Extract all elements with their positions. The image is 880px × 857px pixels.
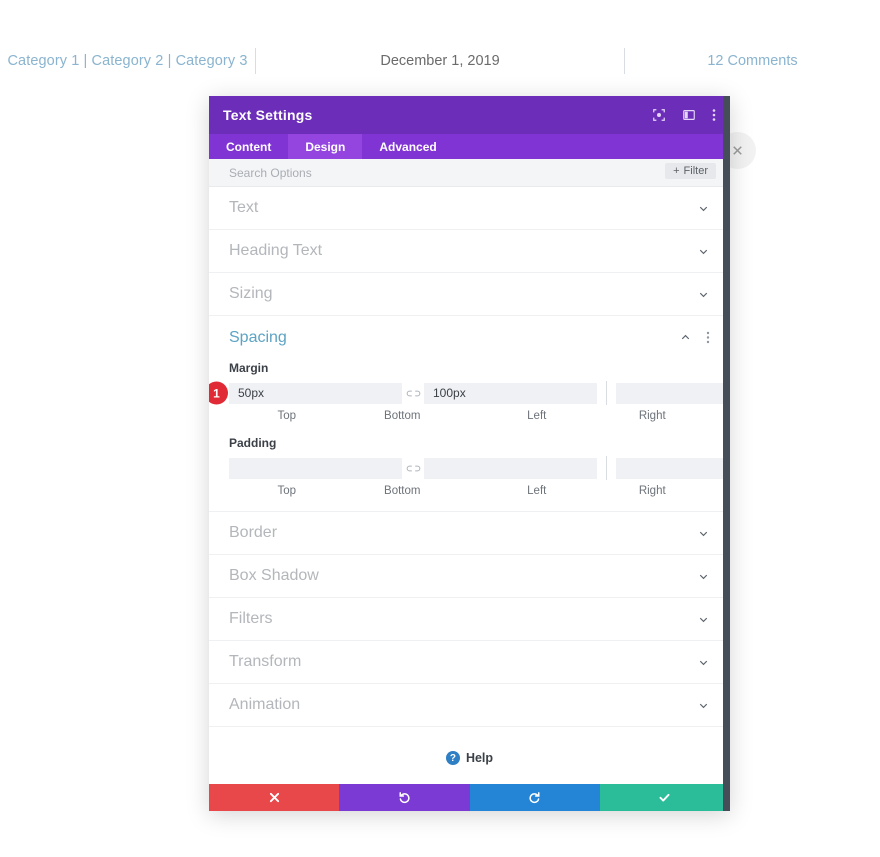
section-filters[interactable]: Filters	[209, 598, 730, 641]
chevron-up-icon[interactable]	[679, 331, 692, 344]
section-spacing[interactable]: Spacing	[209, 316, 730, 359]
padding-left-input[interactable]	[616, 457, 730, 479]
padding-horizontal-pair	[616, 457, 730, 479]
section-box-shadow[interactable]: Box Shadow	[209, 555, 730, 598]
filter-button[interactable]: + Filter	[665, 163, 716, 179]
tab-content[interactable]: Content	[209, 134, 288, 159]
chevron-down-icon	[697, 202, 710, 215]
section-border-label: Border	[229, 524, 278, 541]
section-sizing[interactable]: Sizing	[209, 273, 730, 316]
padding-bottom-caption: Bottom	[384, 485, 421, 497]
padding-divider	[606, 456, 607, 480]
modal-title: Text Settings	[223, 107, 313, 123]
more-vertical-icon[interactable]	[706, 331, 710, 344]
check-icon	[658, 791, 671, 804]
chevron-down-icon	[697, 570, 710, 583]
padding-right-caption: Right	[638, 485, 666, 497]
link-icon[interactable]	[402, 464, 424, 473]
plus-icon: +	[673, 165, 680, 177]
padding-top-input[interactable]	[229, 457, 402, 479]
close-icon	[269, 792, 280, 803]
section-text[interactable]: Text	[209, 187, 730, 230]
margin-horizontal-pair	[616, 382, 730, 404]
section-heading-text[interactable]: Heading Text	[209, 230, 730, 273]
chevron-down-icon	[697, 613, 710, 626]
section-sizing-label: Sizing	[229, 285, 273, 302]
split-view-icon[interactable]	[682, 108, 696, 122]
chevron-down-icon	[697, 288, 710, 301]
padding-group-label: Padding	[229, 436, 277, 450]
help-label: Help	[465, 751, 494, 765]
page-root: Category 1 | Category 2 | Category 3 Dec…	[0, 0, 880, 857]
margin-top-caption: Top	[277, 410, 297, 422]
section-transform[interactable]: Transform	[209, 641, 730, 684]
redo-button[interactable]	[469, 784, 600, 811]
margin-left-caption: Left	[527, 410, 547, 422]
search-options-bar: + Filter	[209, 159, 730, 187]
section-filters-label: Filters	[229, 610, 273, 627]
step-badge-1: 1	[209, 381, 228, 405]
section-transform-label: Transform	[229, 653, 302, 670]
padding-vertical-pair	[229, 457, 597, 479]
margin-bottom-input[interactable]	[424, 382, 597, 404]
padding-top-caption: Top	[277, 485, 297, 497]
post-categories[interactable]: Category 1 | Category 2 | Category 3	[0, 53, 255, 69]
margin-field-row: 1	[209, 381, 730, 405]
post-meta-bar: Category 1 | Category 2 | Category 3 Dec…	[0, 48, 880, 74]
section-box-shadow-label: Box Shadow	[229, 567, 319, 584]
section-heading-text-label: Heading Text	[229, 242, 323, 259]
post-comments-link[interactable]: 12 Comments	[625, 53, 880, 69]
help-row[interactable]: ? Help	[209, 727, 730, 784]
redo-icon	[528, 791, 541, 804]
focus-target-icon[interactable]	[652, 108, 666, 122]
padding-left-caption: Left	[527, 485, 547, 497]
padding-captions: Top Bottom Left Right	[229, 485, 710, 497]
section-border[interactable]: Border	[209, 512, 730, 555]
section-animation[interactable]: Animation	[209, 684, 730, 727]
chevron-down-icon	[697, 527, 710, 540]
text-settings-modal: Text Settings Content Design Advanced Se…	[209, 96, 730, 811]
undo-icon	[398, 791, 411, 804]
tab-advanced[interactable]: Advanced	[362, 134, 453, 159]
cancel-button[interactable]	[209, 784, 340, 811]
chevron-down-icon	[697, 245, 710, 258]
margin-captions: Top Bottom Left Right	[229, 410, 710, 422]
spacing-panel: Margin 1 50px 100px Top Bottom Left Righ…	[209, 361, 730, 512]
search-input[interactable]	[229, 165, 529, 180]
modal-footer	[209, 784, 730, 811]
margin-top-input[interactable]	[229, 382, 402, 404]
modal-body: Text Heading Text Sizing Spacing Margin …	[209, 187, 730, 784]
tab-design[interactable]: Design	[288, 134, 363, 159]
save-button[interactable]	[599, 784, 730, 811]
chevron-down-icon	[697, 656, 710, 669]
padding-bottom-input[interactable]	[424, 457, 597, 479]
modal-header-icons	[652, 108, 716, 122]
section-text-label: Text	[229, 199, 259, 216]
section-animation-label: Animation	[229, 696, 301, 713]
more-vertical-icon[interactable]	[712, 108, 716, 122]
modal-scrollbar[interactable]	[723, 96, 730, 811]
modal-tabs: Content Design Advanced	[209, 134, 730, 159]
margin-divider	[606, 381, 607, 405]
post-date: December 1, 2019	[380, 53, 500, 69]
margin-vertical-pair	[229, 382, 597, 404]
help-question-icon: ?	[445, 751, 460, 765]
margin-group-label: Margin	[229, 361, 269, 375]
filter-button-label: Filter	[683, 165, 708, 177]
modal-scrollbar-thumb[interactable]	[723, 96, 730, 246]
margin-right-caption: Right	[638, 410, 666, 422]
chevron-down-icon	[697, 699, 710, 712]
undo-button[interactable]	[339, 784, 470, 811]
modal-header: Text Settings	[209, 96, 730, 134]
section-spacing-label: Spacing	[229, 328, 287, 346]
margin-bottom-caption: Bottom	[384, 410, 421, 422]
margin-left-input[interactable]	[616, 382, 730, 404]
link-icon[interactable]	[402, 389, 424, 398]
padding-field-row	[229, 456, 730, 480]
